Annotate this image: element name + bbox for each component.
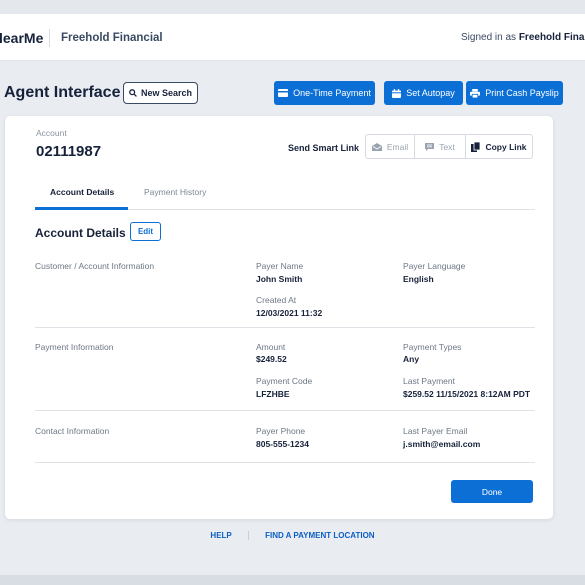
print-cash-payslip-button[interactable]: Print Cash Payslip [466, 81, 563, 105]
search-icon [129, 89, 137, 97]
smart-link-text-label: Text [439, 141, 455, 152]
field-value: LFZHBE [256, 389, 290, 399]
app-logo[interactable]: learMe [0, 30, 43, 46]
section-divider [35, 327, 535, 328]
payment-card-icon [278, 89, 289, 97]
section-payment-title: Payment Information [35, 342, 114, 352]
organization-name: Freehold Financial [61, 32, 163, 44]
one-time-payment-button[interactable]: One-Time Payment [274, 81, 375, 105]
field-value: Any [403, 354, 420, 364]
field-value: 805-555-1234 [256, 439, 309, 449]
tab-payment-history[interactable]: Payment History [144, 187, 206, 197]
chat-icon [425, 142, 435, 151]
new-search-button[interactable]: New Search [123, 82, 198, 104]
copy-link-button[interactable]: Copy Link [465, 134, 533, 159]
section-customer-title: Customer / Account Information [35, 261, 155, 271]
new-search-label: New Search [140, 88, 193, 98]
account-number: 02111987 [36, 143, 102, 160]
section-divider [35, 462, 535, 463]
signed-in-user[interactable]: Freehold Financ [519, 32, 585, 43]
bottom-bar [0, 575, 585, 585]
one-time-payment-label: One-Time Payment [293, 88, 371, 98]
tab-account-details[interactable]: Account Details [50, 187, 114, 197]
field-label: Payer Language [403, 261, 466, 271]
smart-link-email-label: Email [386, 141, 409, 152]
page-title: Agent Interface [4, 84, 121, 101]
signed-in-indicator: Signed in as Freehold Financ [461, 32, 585, 43]
field-value: j.smith@email.com [403, 439, 481, 449]
smart-link-text-button[interactable]: Text [414, 134, 466, 159]
field-value: English [403, 274, 434, 284]
set-autopay-label: Set Autopay [406, 88, 455, 98]
field-label: Amount [256, 342, 286, 352]
field-value: John Smith [256, 274, 303, 284]
done-button[interactable]: Done [451, 480, 533, 503]
section-contact-title: Contact Information [35, 426, 110, 436]
set-autopay-button[interactable]: Set Autopay [384, 81, 463, 105]
calendar-icon [392, 88, 402, 98]
header-divider [49, 29, 50, 47]
edit-button[interactable]: Edit [130, 222, 161, 241]
field-value: $249.52 [256, 354, 287, 364]
find-payment-location-link[interactable]: FIND A PAYMENT LOCATION [265, 531, 374, 540]
signed-in-prefix: Signed in as [461, 32, 517, 43]
help-link[interactable]: HELP [210, 531, 231, 540]
field-label: Payment Code [256, 376, 313, 386]
active-tab-indicator [35, 207, 128, 210]
field-label: Last Payment [403, 376, 455, 386]
field-label: Payer Name [256, 261, 304, 271]
app-header: learMe Freehold Financial Signed in as F… [0, 14, 585, 61]
field-label: Created At [256, 295, 297, 305]
smart-link-email-button[interactable]: Email [365, 134, 415, 159]
printer-icon [470, 88, 481, 98]
field-label: Payment Types [403, 342, 462, 352]
footer-divider [247, 531, 249, 541]
section-divider [35, 410, 535, 411]
footer-links: HELP FIND A PAYMENT LOCATION [0, 531, 585, 541]
account-label: Account [36, 128, 67, 138]
field-label: Payer Phone [256, 426, 306, 436]
browser-top-strip [0, 0, 585, 14]
copy-icon [471, 141, 481, 152]
envelope-icon [371, 142, 382, 151]
field-value: 12/03/2021 11:32 [256, 308, 323, 318]
field-label: Last Payer Email [403, 426, 468, 436]
print-cash-payslip-label: Print Cash Payslip [485, 88, 559, 98]
account-card: Account 02111987 Send Smart Link Email T… [5, 116, 553, 519]
send-smart-link-label: Send Smart Link [288, 143, 360, 153]
field-value: $259.52 11/15/2021 8:12AM PDT [403, 389, 531, 399]
copy-link-label: Copy Link [485, 141, 527, 152]
account-details-heading: Account Details [35, 226, 126, 240]
